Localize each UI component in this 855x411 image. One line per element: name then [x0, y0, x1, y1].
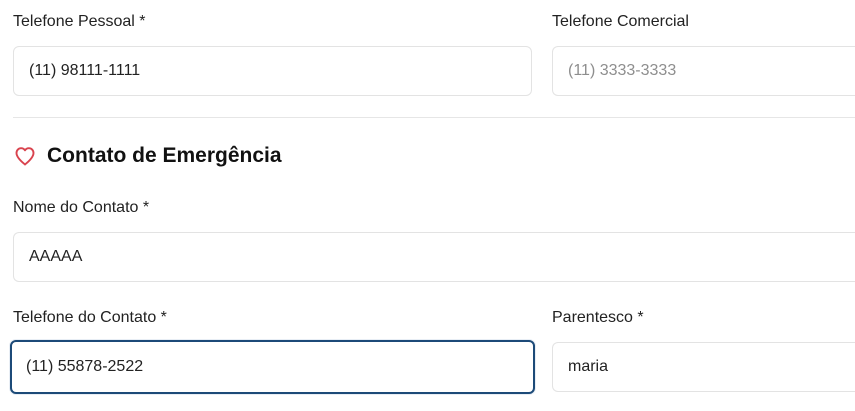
- contact-name-label: Nome do Contato *: [13, 199, 150, 216]
- section-divider: [13, 117, 855, 118]
- relationship-label: Parentesco *: [552, 309, 644, 326]
- contact-phone-input[interactable]: [10, 340, 535, 394]
- contact-name-input[interactable]: [13, 232, 855, 282]
- business-phone-label: Telefone Comercial: [552, 13, 689, 30]
- contact-phone-label: Telefone do Contato *: [13, 309, 167, 326]
- relationship-input[interactable]: [552, 342, 855, 392]
- emergency-section-title-text: Contato de Emergência: [47, 144, 282, 167]
- emergency-section-title: Contato de Emergência: [13, 142, 282, 170]
- personal-phone-input[interactable]: [13, 46, 532, 96]
- personal-phone-label: Telefone Pessoal *: [13, 13, 146, 30]
- heart-icon: [13, 144, 37, 168]
- business-phone-input[interactable]: [552, 46, 855, 96]
